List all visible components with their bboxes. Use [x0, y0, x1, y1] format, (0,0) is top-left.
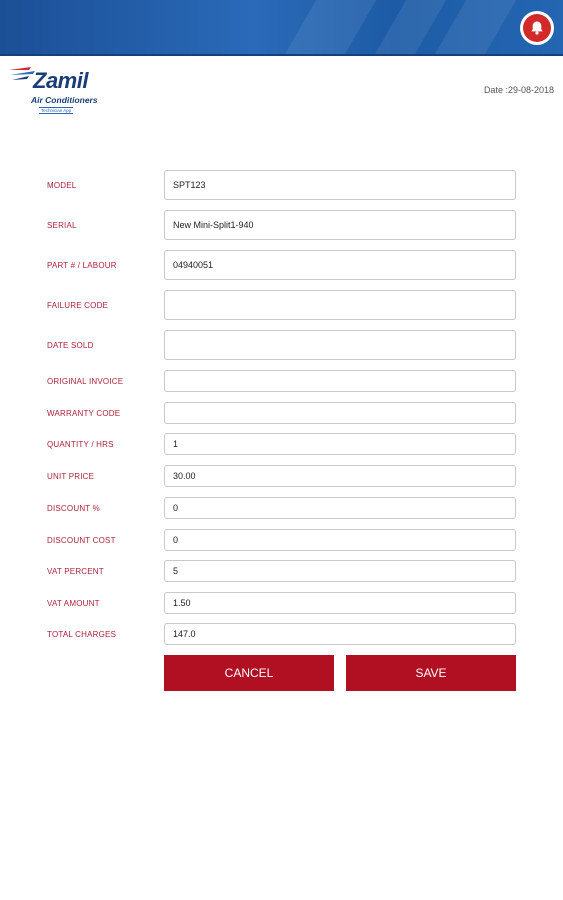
bell-icon: [523, 14, 551, 42]
original-invoice-field[interactable]: [164, 370, 516, 392]
part-labour-field[interactable]: [164, 250, 516, 280]
label-discount-percent: DISCOUNT %: [47, 504, 100, 513]
header-divider: [0, 54, 563, 56]
logo-subtitle: Air Conditioners: [31, 95, 98, 105]
save-button[interactable]: SAVE: [346, 655, 516, 691]
label-model: MODEL: [47, 181, 77, 190]
label-original-invoice: ORIGINAL INVOICE: [47, 377, 124, 386]
unit-price-field[interactable]: [164, 465, 516, 487]
quantity-hrs-field[interactable]: [164, 433, 516, 455]
label-vat-amount: VAT AMOUNT: [47, 599, 100, 608]
header-decoration: [373, 0, 447, 56]
company-logo: Zamil Air Conditioners Technician App: [9, 64, 109, 118]
label-vat-percent: VAT PERCENT: [47, 567, 104, 576]
logo-name: Zamil: [33, 68, 88, 93]
date-label: Date :29-08-2018: [483, 85, 554, 95]
cancel-button[interactable]: CANCEL: [164, 655, 334, 691]
notification-button[interactable]: [520, 11, 554, 45]
label-warranty-code: WARRANTY CODE: [47, 409, 121, 418]
warranty-code-field[interactable]: [164, 402, 516, 424]
label-discount-cost: DISCOUNT COST: [47, 536, 116, 545]
date-sold-field[interactable]: [164, 330, 516, 360]
header-decoration: [433, 0, 517, 56]
vat-amount-field[interactable]: [164, 592, 516, 614]
label-unit-price: UNIT PRICE: [47, 472, 95, 481]
label-part-labour: PART # / LABOUR: [47, 261, 117, 270]
discount-cost-field[interactable]: [164, 529, 516, 551]
total-charges-field[interactable]: [164, 623, 516, 645]
label-quantity-hrs: QUANTITY / HRS: [47, 440, 114, 449]
label-failure-code: FAILURE CODE: [47, 301, 109, 310]
serial-field[interactable]: [164, 210, 516, 240]
top-app-bar: [0, 0, 563, 56]
model-field[interactable]: [164, 170, 516, 200]
label-serial: SERIAL: [47, 221, 77, 230]
logo-tagline: Technician App: [39, 107, 74, 114]
discount-percent-field[interactable]: [164, 497, 516, 519]
vat-percent-field[interactable]: [164, 560, 516, 582]
failure-code-field[interactable]: [164, 290, 516, 320]
header-decoration: [283, 0, 377, 56]
label-total-charges: TOTAL CHARGES: [47, 630, 117, 639]
label-date-sold: DATE SOLD: [47, 341, 94, 350]
